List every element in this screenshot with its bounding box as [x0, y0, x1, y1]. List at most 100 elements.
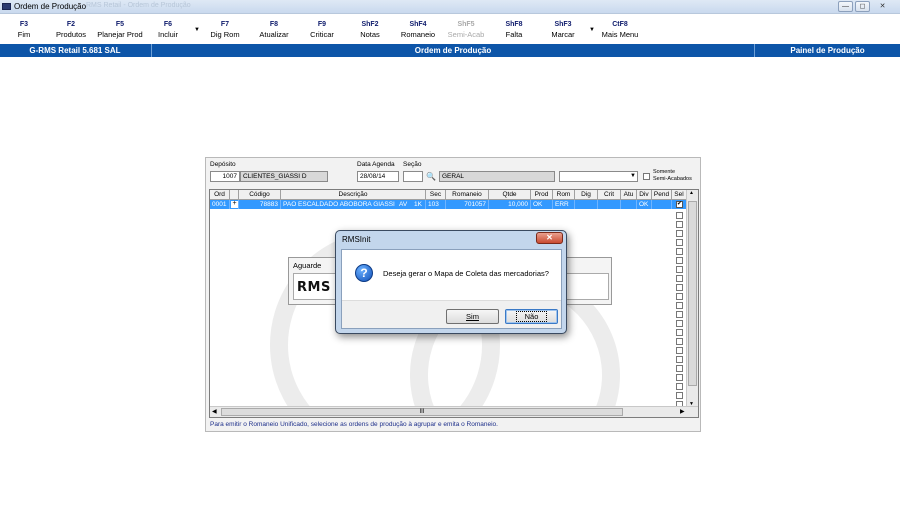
nao-button-label: Não [515, 311, 548, 322]
toolbar-label: Notas [360, 30, 380, 39]
column-header-romaneio[interactable]: Romaneio [446, 190, 489, 200]
table-row[interactable]: 0001 + 78883 PAO ESCALDADO ABOBORA GIASS… [210, 200, 687, 209]
column-header-descricao[interactable]: Descrição [281, 190, 426, 200]
row-select-checkbox[interactable] [676, 320, 683, 327]
column-header-codigo[interactable]: Código [239, 190, 281, 200]
scroll-up-arrow-icon[interactable]: ▲ [689, 190, 694, 196]
descricao-text: PAO ESCALDADO ABOBORA GIASSI [283, 201, 395, 208]
column-header-div[interactable]: Div [637, 190, 652, 200]
row-select-checkbox[interactable] [676, 311, 683, 318]
toolbar-falta-button[interactable]: ShF8 Falta [488, 20, 540, 40]
filter-dropdown[interactable] [559, 171, 638, 182]
row-select-checkbox[interactable] [676, 374, 683, 381]
column-header-prod[interactable]: Prod [531, 190, 553, 200]
binoculars-search-icon[interactable]: 🔍 [425, 171, 437, 182]
secao-code-field[interactable] [403, 171, 423, 182]
toolbar-incluir-button[interactable]: F6 Incluir [142, 20, 194, 40]
toolbar-dig-rom-button[interactable]: F7 Dig Rom [199, 20, 251, 40]
toolbar-mais-menu-button[interactable]: CtF8 Mais Menu [594, 20, 646, 40]
toolbar-planejar-prod-button[interactable]: F5 Planejar Prod [94, 20, 146, 40]
toolbar-criticar-button[interactable]: F9 Criticar [296, 20, 348, 40]
panel-title: Painel de Produção [790, 46, 865, 55]
horizontal-scroll-thumb[interactable]: III [221, 408, 623, 416]
toolbar-produtos-button[interactable]: F2 Produtos [45, 20, 97, 40]
column-header-ord[interactable]: Ord [210, 190, 230, 200]
row-select-checkbox[interactable] [676, 248, 683, 255]
row-select-checkbox[interactable] [676, 338, 683, 345]
deposito-label: Depósito [210, 161, 236, 168]
row-select-checkbox[interactable] [676, 230, 683, 237]
app-icon [2, 3, 11, 10]
data-agenda-field[interactable]: 28/08/14 [357, 171, 399, 182]
function-key-toolbar: F3 Fim F2 Produtos F5 Planejar Prod F6 Inclu… [0, 14, 900, 44]
cell-prod: OK [531, 200, 553, 209]
column-header-sec[interactable]: Sec [426, 190, 446, 200]
toolbar-romaneio-button[interactable]: ShF4 Romaneio [392, 20, 444, 40]
cell-pend [652, 200, 672, 209]
somente-semi-acabados-checkbox[interactable] [643, 173, 650, 180]
row-select-checkbox[interactable] [676, 347, 683, 354]
horizontal-scrollbar[interactable]: ◀ III ▶ [210, 406, 698, 417]
toolbar-label: Semi-Acab [447, 30, 485, 39]
scroll-right-arrow-icon[interactable]: ▶ [680, 408, 685, 415]
column-header-sel[interactable]: Sel [672, 190, 687, 200]
row-select-checkbox[interactable]: ✔ [676, 201, 683, 208]
dialog-close-button[interactable]: ✕ [536, 232, 563, 244]
row-select-checkbox[interactable] [676, 239, 683, 246]
row-select-checkbox[interactable] [676, 365, 683, 372]
toolbar-atualizar-button[interactable]: F8 Atualizar [248, 20, 300, 40]
column-header-atu[interactable]: Atu [621, 190, 637, 200]
toolbar-key: F7 [220, 21, 230, 28]
row-select-checkbox[interactable] [676, 392, 683, 399]
column-header-rom[interactable]: Rom [553, 190, 575, 200]
plus-icon: + [231, 200, 238, 208]
column-header-dig[interactable]: Dig [575, 190, 598, 200]
row-select-checkbox[interactable] [676, 302, 683, 309]
row-select-checkbox[interactable] [676, 383, 683, 390]
deposito-code-field[interactable]: 1007 [210, 171, 240, 182]
toolbar-label: Fim [17, 30, 31, 39]
somente-label: Somente [653, 169, 676, 175]
vertical-scrollbar[interactable]: ▲ ▼ [686, 190, 698, 407]
toolbar-fim-button[interactable]: F3 Fim [0, 20, 50, 40]
sim-button[interactable]: Sim [446, 309, 499, 324]
column-header-pend[interactable]: Pend [652, 190, 672, 200]
row-select-checkbox[interactable] [676, 212, 683, 219]
toolbar-label: Marcar [551, 30, 575, 39]
column-header-qtde[interactable]: Qtde [489, 190, 531, 200]
rmsinit-dialog: RMSInit ✕ ? Deseja gerar o Mapa de Colet… [335, 230, 567, 334]
restore-button[interactable]: ◻ [855, 1, 870, 12]
row-select-checkbox[interactable] [676, 275, 683, 282]
nao-button[interactable]: Não [505, 309, 558, 324]
toolbar-semi-acab-button: ShF5 Semi-Acab [440, 20, 492, 40]
cell-dig [575, 200, 598, 209]
row-select-checkbox[interactable] [676, 221, 683, 228]
cell-codigo: 78883 [239, 200, 281, 209]
row-select-checkbox[interactable] [676, 257, 683, 264]
toolbar-marcar-button[interactable]: ShF3 Marcar [537, 20, 589, 40]
toolbar-label: Planejar Prod [97, 30, 143, 39]
expand-row-button[interactable]: + [230, 200, 239, 209]
chevron-down-icon[interactable]: ▼ [629, 172, 637, 181]
toolbar-label: Romaneio [400, 30, 436, 39]
close-window-button[interactable]: ✕ [875, 1, 890, 12]
vertical-scroll-thumb[interactable] [688, 201, 697, 386]
toolbar-key: F2 [66, 21, 76, 28]
row-select-checkbox[interactable] [676, 293, 683, 300]
semi-acabados-label: Semi-Acabados [653, 176, 692, 182]
column-header-crit[interactable]: Crit [598, 190, 621, 200]
minimize-button[interactable]: — [838, 1, 853, 12]
toolbar-label: Incluir [157, 30, 178, 39]
toolbar-key: F6 [163, 21, 173, 28]
row-select-checkbox[interactable] [676, 329, 683, 336]
toolbar-label: Dig Rom [210, 30, 240, 39]
secao-label: Seção [403, 161, 422, 168]
row-select-checkbox[interactable] [676, 266, 683, 273]
row-select-checkbox[interactable] [676, 356, 683, 363]
row-select-checkbox[interactable] [676, 284, 683, 291]
cell-atu [621, 200, 637, 209]
scroll-left-arrow-icon[interactable]: ◀ [212, 408, 217, 415]
toolbar-notas-button[interactable]: ShF2 Notas [344, 20, 396, 40]
emb-text: 1K [414, 201, 422, 208]
toolbar-key: F9 [317, 21, 327, 28]
